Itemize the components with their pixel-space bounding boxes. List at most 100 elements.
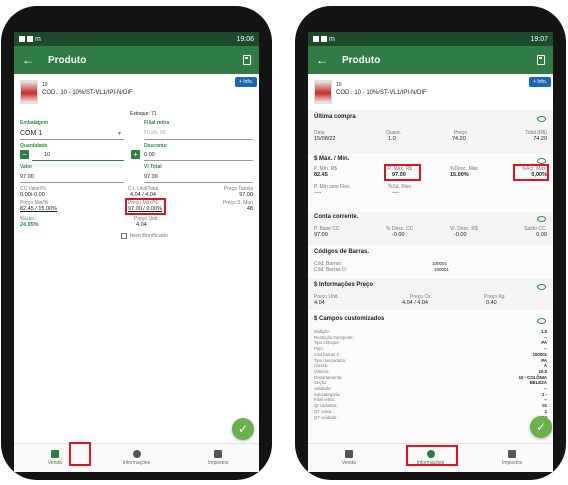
nav-impostos-label: Impostos: [502, 460, 523, 466]
increase-quantity-button[interactable]: +: [131, 150, 140, 159]
vdesc-value: -0.00: [454, 232, 467, 238]
page-title: Produto: [342, 54, 381, 66]
divider: [20, 182, 124, 183]
vl-total-label: Vl Total: [144, 164, 162, 170]
bonificado-checkbox[interactable]: [121, 233, 127, 239]
chevron-down-icon[interactable]: ▼: [117, 131, 122, 137]
info-icon: [132, 450, 141, 458]
phone-informacoes: m 19:07 ← Produto + Info. 10 COD.: 10 - …: [295, 6, 566, 480]
bank-icon: [214, 450, 223, 458]
desconto-label: Desconto: [144, 143, 167, 149]
total-value: 74.20: [533, 136, 547, 142]
nav-venda-label: Venda: [47, 460, 62, 466]
pmin-flex-value: ----: [314, 190, 322, 196]
preco-value: 74.20: [452, 136, 466, 142]
phone-venda: m 19:06 ← Produto + Info. 10 COD.: 10 - …: [1, 6, 272, 480]
highlight-box: [125, 198, 166, 215]
page-title: Produto: [48, 54, 87, 66]
desc-max-value: 15.00%: [450, 172, 469, 178]
product-image: [314, 80, 332, 104]
eye-icon[interactable]: [537, 284, 546, 290]
section-title: Códigos de Barras.: [314, 249, 370, 255]
highlight-box: [406, 445, 458, 466]
section-title: $ Campos customizados: [314, 316, 385, 322]
custom-field-values: 1.0 -- PA -- 100001 PA A 10.0 10 - COLÔN…: [519, 329, 547, 420]
data-value: 15/08/22: [314, 136, 336, 142]
status-glyph: m: [35, 35, 41, 43]
cc-value: 0.00/-0.00: [20, 192, 45, 198]
eye-icon[interactable]: [537, 116, 546, 122]
highlight-box: [69, 442, 91, 466]
bank-icon: [508, 450, 517, 458]
preco-kg-value: 0.40: [486, 300, 497, 306]
highlight-box: [513, 164, 549, 181]
desconto-input[interactable]: 0.00: [144, 152, 155, 158]
nav-impostos[interactable]: Impostos: [177, 444, 259, 472]
preco-min-value[interactable]: 82.45 / 15.00%: [20, 206, 57, 212]
nav-impostos-label: Impostos: [208, 460, 229, 466]
status-time: 19:06: [236, 35, 254, 43]
stock-label: Estoque: 71: [130, 111, 157, 117]
cod-barras-d-value: 100001: [434, 267, 450, 272]
eye-icon[interactable]: [537, 216, 546, 222]
decrease-quantity-button[interactable]: −: [20, 150, 29, 159]
status-bar: m 19:07: [308, 32, 553, 46]
cart-icon: [50, 450, 59, 458]
product-image: [20, 80, 38, 104]
preco-cx-value: 4.04 / 4.04: [402, 300, 428, 306]
embalagem-label: Embalagem: [20, 120, 49, 126]
cart-icon: [344, 450, 353, 458]
eye-icon[interactable]: [537, 318, 546, 324]
filial-label: Filial retira: [144, 120, 170, 126]
app-bar: ← Produto: [14, 46, 259, 74]
product-header: 10 COD.: 10 - 10%/ST-VL1/IPI-N/DIF: [20, 80, 250, 106]
divider: [144, 182, 253, 183]
back-arrow-icon[interactable]: ←: [22, 53, 34, 67]
divider: [144, 160, 253, 161]
section-title: Conta corrente.: [314, 214, 359, 220]
quantity-input[interactable]: 10: [44, 152, 50, 158]
divider: [20, 139, 124, 140]
product-code: 10: [42, 82, 48, 88]
cod-barras-value: 100001: [432, 261, 448, 266]
pmin-value: 82.45: [314, 172, 328, 178]
notification-icon: [27, 36, 33, 42]
screen-informacoes: m 19:07 ← Produto + Info. 10 COD.: 10 - …: [308, 32, 553, 472]
preco-tabela-value: 97.00: [239, 192, 253, 198]
status-glyph: m: [329, 35, 335, 43]
confirm-fab-button[interactable]: ✓: [232, 418, 254, 440]
base-cc-value: 97.00: [314, 232, 328, 238]
calculator-icon[interactable]: [243, 55, 251, 65]
nav-venda[interactable]: Venda: [308, 444, 390, 472]
nav-impostos[interactable]: Impostos: [471, 444, 553, 472]
nav-informacoes[interactable]: Informações: [96, 444, 178, 472]
preco-unit-value: 4.04: [314, 300, 325, 306]
valor-label: Valor: [20, 164, 33, 170]
quantity-underline: [32, 160, 124, 161]
cod-barras-d-label: Cód. Barras D:: [314, 267, 348, 273]
back-arrow-icon[interactable]: ←: [316, 53, 328, 67]
lucro-value: 24.95%: [20, 222, 39, 228]
custom-field-labels: Múltiplo: Restrição transporte: Tipo est…: [314, 329, 354, 420]
quantidade-label: Quantidade: [20, 143, 48, 149]
divider: [144, 139, 253, 140]
vl-total-value: 97.00: [144, 174, 158, 180]
section-title: $ Máx. / Mín.: [314, 156, 350, 162]
confirm-fab-button[interactable]: ✓: [530, 416, 552, 438]
nav-venda-label: Venda: [341, 460, 356, 466]
bottom-nav: Venda Informações Impostos: [14, 443, 259, 472]
filial-select[interactable]: FILIAL 99: [144, 130, 166, 136]
calculator-icon[interactable]: [537, 55, 545, 65]
product-description: COD.: 10 - 10%/ST-VL1/IPI-N/DIF: [336, 90, 427, 96]
valor-input[interactable]: 97.00: [20, 174, 34, 180]
notification-icon: [321, 36, 327, 42]
embalagem-select[interactable]: COM 1: [20, 130, 42, 137]
quant-value: 1.0: [388, 136, 396, 142]
product-description: COD.: 10 - 10%/ST-VL1/IPI-N/DIF: [42, 90, 133, 96]
custom-field-label: QT unidade :: [314, 414, 339, 420]
nav-informacoes-label: Informações: [122, 460, 151, 466]
notification-icon: [313, 36, 319, 42]
notification-icon: [19, 36, 25, 42]
saldo-value: 0.00: [536, 232, 547, 238]
pdesc-cc-value: -0.00: [392, 232, 405, 238]
